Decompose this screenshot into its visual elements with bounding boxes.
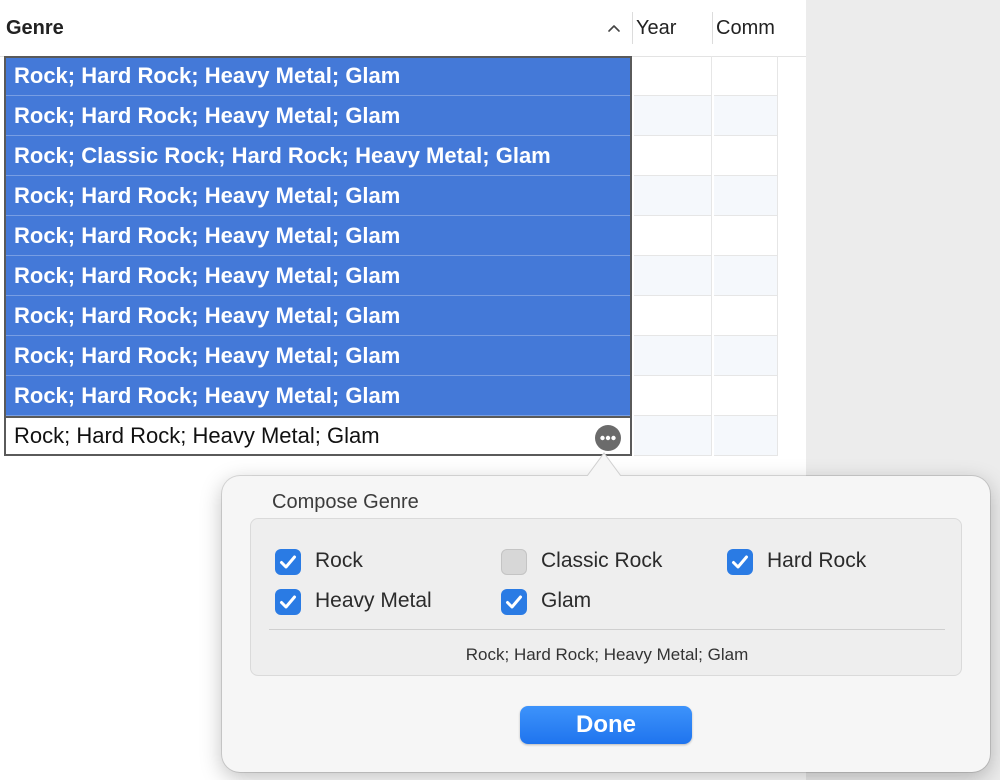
year-cell[interactable] xyxy=(634,376,712,416)
table-row[interactable]: Rock; Hard Rock; Heavy Metal; Glam xyxy=(4,176,778,216)
divider xyxy=(269,629,945,630)
checkbox-classic-rock[interactable] xyxy=(501,549,527,575)
checkmark-icon xyxy=(506,595,522,609)
genre-cell[interactable]: Rock; Hard Rock; Heavy Metal; Glam xyxy=(4,256,632,296)
table-row[interactable]: Rock; Hard Rock; Heavy Metal; Glam xyxy=(4,96,778,136)
checkbox-label-heavy-metal[interactable]: Heavy Metal xyxy=(315,589,432,613)
table-row[interactable]: Rock; Hard Rock; Heavy Metal; Glam xyxy=(4,56,778,96)
checkbox-label-classic-rock[interactable]: Classic Rock xyxy=(541,549,662,573)
popover-arrow xyxy=(586,452,622,478)
year-cell[interactable] xyxy=(634,176,712,216)
year-cell[interactable] xyxy=(634,136,712,176)
comments-cell[interactable] xyxy=(714,416,778,456)
genre-cell[interactable]: Rock; Hard Rock; Heavy Metal; Glam xyxy=(4,56,632,96)
done-button[interactable]: Done xyxy=(520,706,692,744)
genre-cell-editing[interactable]: Rock; Hard Rock; Heavy Metal; Glam xyxy=(4,416,632,456)
comments-cell[interactable] xyxy=(714,96,778,136)
table-row[interactable]: Rock; Hard Rock; Heavy Metal; Glam xyxy=(4,216,778,256)
genre-cell[interactable]: Rock; Hard Rock; Heavy Metal; Glam xyxy=(4,96,632,136)
genre-options-group: Rock Classic Rock Hard Rock Heavy Metal … xyxy=(250,518,962,676)
checkmark-icon xyxy=(280,595,296,609)
column-divider[interactable] xyxy=(632,12,633,44)
table-row[interactable]: Rock; Hard Rock; Heavy Metal; Glam xyxy=(4,376,778,416)
comments-cell[interactable] xyxy=(714,216,778,256)
chevron-up-icon[interactable] xyxy=(606,20,622,36)
comments-cell[interactable] xyxy=(714,296,778,336)
column-header-comments[interactable]: Comm xyxy=(716,0,778,56)
popover-title: Compose Genre xyxy=(272,491,419,513)
table-row[interactable]: Rock; Hard Rock; Heavy Metal; Glam xyxy=(4,256,778,296)
genre-cell[interactable]: Rock; Classic Rock; Hard Rock; Heavy Met… xyxy=(4,136,632,176)
ellipsis-circle-icon[interactable] xyxy=(594,424,622,452)
checkbox-label-glam[interactable]: Glam xyxy=(541,589,591,613)
year-cell[interactable] xyxy=(634,296,712,336)
year-cell[interactable] xyxy=(634,336,712,376)
checkmark-icon xyxy=(280,555,296,569)
column-divider[interactable] xyxy=(712,12,713,44)
table-row[interactable]: Rock; Hard Rock; Heavy Metal; Glam xyxy=(4,416,778,456)
comments-cell[interactable] xyxy=(714,256,778,296)
checkbox-hard-rock[interactable] xyxy=(727,549,753,575)
genre-cell[interactable]: Rock; Hard Rock; Heavy Metal; Glam xyxy=(4,376,632,416)
genre-cell[interactable]: Rock; Hard Rock; Heavy Metal; Glam xyxy=(4,336,632,376)
comments-cell[interactable] xyxy=(714,56,778,96)
checkbox-rock[interactable] xyxy=(275,549,301,575)
year-cell[interactable] xyxy=(634,256,712,296)
year-cell[interactable] xyxy=(634,56,712,96)
year-cell[interactable] xyxy=(634,416,712,456)
year-cell[interactable] xyxy=(634,216,712,256)
table-row[interactable]: Rock; Hard Rock; Heavy Metal; Glam xyxy=(4,296,778,336)
checkbox-label-rock[interactable]: Rock xyxy=(315,549,363,573)
checkmark-icon xyxy=(732,555,748,569)
checkbox-label-hard-rock[interactable]: Hard Rock xyxy=(767,549,866,573)
column-header-year[interactable]: Year xyxy=(636,0,710,56)
table-body: Rock; Hard Rock; Heavy Metal; Glam Rock;… xyxy=(4,56,778,456)
comments-cell[interactable] xyxy=(714,136,778,176)
genre-cell[interactable]: Rock; Hard Rock; Heavy Metal; Glam xyxy=(4,216,632,256)
checkbox-heavy-metal[interactable] xyxy=(275,589,301,615)
composed-genre-preview: Rock; Hard Rock; Heavy Metal; Glam xyxy=(465,645,749,664)
year-cell[interactable] xyxy=(634,96,712,136)
genre-cell[interactable]: Rock; Hard Rock; Heavy Metal; Glam xyxy=(4,176,632,216)
compose-genre-popover: Compose Genre Rock Classic Rock Hard Roc… xyxy=(222,476,990,772)
table-row[interactable]: Rock; Classic Rock; Hard Rock; Heavy Met… xyxy=(4,136,778,176)
table-row[interactable]: Rock; Hard Rock; Heavy Metal; Glam xyxy=(4,336,778,376)
comments-cell[interactable] xyxy=(714,376,778,416)
comments-cell[interactable] xyxy=(714,176,778,216)
checkbox-glam[interactable] xyxy=(501,589,527,615)
genre-cell[interactable]: Rock; Hard Rock; Heavy Metal; Glam xyxy=(4,296,632,336)
column-header-genre[interactable]: Genre xyxy=(6,0,626,56)
table-header: Genre Year Comm xyxy=(0,0,806,57)
comments-cell[interactable] xyxy=(714,336,778,376)
